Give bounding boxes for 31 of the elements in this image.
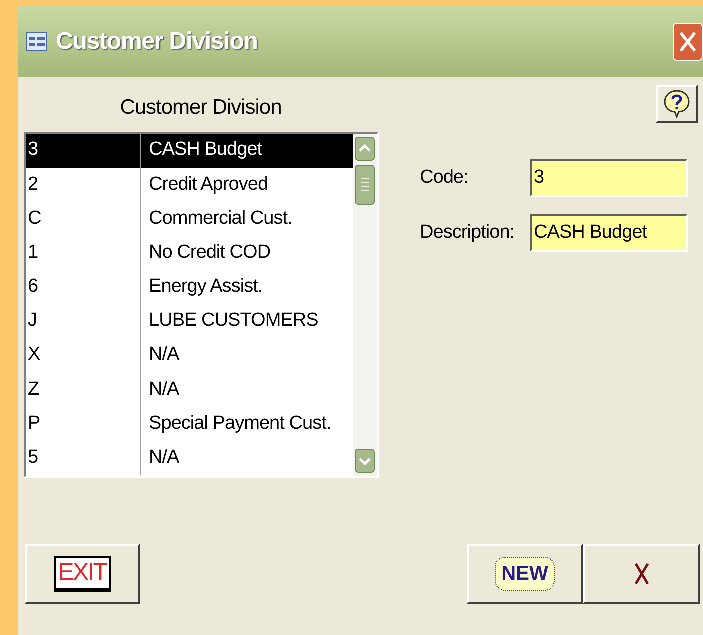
scroll-thumb[interactable] [355, 164, 375, 204]
new-button[interactable]: NEW [467, 544, 583, 604]
scroll-down-icon[interactable] [355, 448, 375, 472]
close-icon [679, 30, 697, 52]
code-cell: 5 [26, 441, 141, 476]
exit-button[interactable]: EXIT [25, 544, 140, 604]
description-cell-text: Commercial Cust. [148, 206, 292, 231]
field-label: Code: [420, 166, 470, 190]
description-cell-text: CASH Budget [148, 138, 262, 162]
delete-icon [634, 562, 650, 586]
list-row[interactable]: 2 Credit Aproved [26, 168, 353, 202]
help-button[interactable] [656, 85, 698, 123]
description-cell-text: N/A [148, 378, 180, 402]
description-cell-text: No Credit COD [148, 240, 271, 265]
form-icon [26, 32, 48, 52]
description-cell-text: Energy Assist. [148, 275, 263, 300]
help-icon [663, 89, 691, 119]
description-cell-text: N/A [148, 446, 180, 470]
list-heading: Customer Division [119, 95, 283, 121]
text-field[interactable]: CASH Budget [530, 214, 688, 252]
list-row[interactable]: 3 CASH Budget [26, 134, 353, 168]
window-title: Customer Division [56, 26, 258, 56]
scroll-up-icon[interactable] [355, 136, 375, 160]
text-field[interactable]: 3 [530, 159, 688, 197]
delete-button[interactable] [583, 544, 700, 604]
description-cell-text: Special Payment Cust. [148, 412, 332, 436]
description-cell-text: LUBE CUSTOMERS [148, 309, 318, 334]
close-button[interactable] [673, 22, 703, 60]
field-label: Description: [420, 220, 516, 245]
description-cell-text: N/A [148, 343, 180, 368]
description-cell-text: Credit Aproved [148, 172, 268, 197]
